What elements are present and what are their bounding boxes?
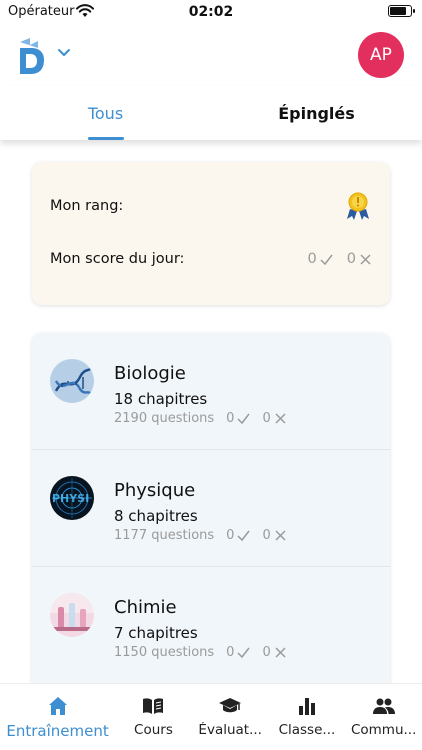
nav-item-entrainement[interactable]: Entraînement <box>0 684 115 750</box>
nav-item-evaluations[interactable]: Évaluat... <box>192 684 269 750</box>
wrong-count: 0 <box>262 645 286 660</box>
nav-item-classement[interactable]: Classe... <box>269 684 346 750</box>
tab-bar: Tous Épinglés <box>0 86 422 140</box>
wrong-count: 0 <box>262 528 286 543</box>
check-icon <box>237 647 251 659</box>
daily-score-tally: 0 0 <box>308 251 372 267</box>
subject-stats: 2190 questions 0 0 <box>114 411 287 426</box>
correct-count: 0 <box>226 645 251 660</box>
subject-name: Chimie <box>114 597 177 618</box>
wrong-value: 0 <box>262 645 271 660</box>
graduation-cap-icon <box>219 698 242 713</box>
tab-label: Épinglés <box>278 103 355 123</box>
subject-chapters: 18 chapitres <box>114 390 208 408</box>
cross-icon <box>275 530 286 541</box>
subject-list: Biologie 18 chapitres 2190 questions 0 0… <box>32 333 390 693</box>
check-icon <box>237 530 251 542</box>
wrong-count: 0 <box>262 411 286 426</box>
subject-chapters: 7 chapitres <box>114 624 198 642</box>
physics-image: PHYSI <box>50 476 94 520</box>
cross-icon <box>360 253 371 265</box>
wrong-count: 0 <box>347 251 372 267</box>
medal-icon <box>347 192 369 220</box>
nav-label: Commu... <box>350 722 417 738</box>
home-icon <box>48 697 67 715</box>
question-count: 1150 questions <box>114 645 215 660</box>
bottom-nav: Entraînement Cours Évaluat... Classe... <box>0 683 422 750</box>
clock: 02:02 <box>188 4 234 20</box>
rank-label: Mon rang: <box>50 198 124 214</box>
app-logo[interactable] <box>16 36 46 76</box>
svg-text:PHYSI: PHYSI <box>52 492 89 505</box>
subject-item-biologie[interactable]: Biologie 18 chapitres 2190 questions 0 0 <box>32 333 390 450</box>
chevron-down-icon[interactable] <box>56 44 72 60</box>
correct-value: 0 <box>226 645 235 660</box>
correct-count: 0 <box>308 251 333 267</box>
subject-stats: 1177 questions 0 0 <box>114 528 287 543</box>
nav-label: Classe... <box>278 722 336 738</box>
active-tab-indicator <box>87 137 124 140</box>
wrong-value: 0 <box>262 411 271 426</box>
correct-count: 0 <box>226 528 251 543</box>
question-count: 1177 questions <box>114 528 215 543</box>
check-icon <box>237 413 251 425</box>
battery-icon <box>388 5 415 17</box>
chemistry-image <box>50 593 94 637</box>
correct-value: 0 <box>307 251 317 267</box>
book-icon <box>143 698 164 714</box>
subject-name: Physique <box>114 480 196 501</box>
rank-row: Mon rang: <box>50 192 372 220</box>
subject-name: Biologie <box>114 363 186 384</box>
tab-tous[interactable]: Tous <box>0 86 211 140</box>
subject-stats: 1150 questions 0 0 <box>114 645 287 660</box>
tab-epingles[interactable]: Épinglés <box>211 86 422 140</box>
cross-icon <box>275 413 286 424</box>
nav-item-cours[interactable]: Cours <box>115 684 192 750</box>
daily-score-label: Mon score du jour: <box>50 251 185 267</box>
wrong-value: 0 <box>346 251 356 267</box>
score-card: Mon rang: Mon score du jour: 0 0 <box>32 162 390 305</box>
nav-label: Évaluat... <box>198 722 262 738</box>
check-icon <box>320 254 333 265</box>
correct-value: 0 <box>226 411 235 426</box>
avatar-initials: AP <box>370 45 392 65</box>
status-bar: Opérateur 02:02 <box>0 0 422 26</box>
correct-value: 0 <box>226 528 235 543</box>
question-count: 2190 questions <box>114 411 215 426</box>
tab-label: Tous <box>87 103 124 123</box>
dna-image <box>50 359 94 403</box>
subject-chapters: 8 chapitres <box>114 507 198 525</box>
bar-chart-icon <box>298 698 315 715</box>
cross-icon <box>275 647 286 658</box>
subject-item-chimie[interactable]: Chimie 7 chapitres 1150 questions 0 0 <box>32 567 390 684</box>
nav-label: Cours <box>134 722 173 738</box>
subject-item-physique[interactable]: PHYSI Physique 8 chapitres 1177 question… <box>32 450 390 567</box>
people-icon <box>372 698 395 714</box>
daily-score-row: Mon score du jour: 0 0 <box>50 246 372 272</box>
correct-count: 0 <box>226 411 251 426</box>
app-header: AP <box>0 26 422 86</box>
avatar[interactable]: AP <box>358 32 404 78</box>
wrong-value: 0 <box>262 528 271 543</box>
nav-label: Entraînement <box>6 722 109 740</box>
nav-item-communaute[interactable]: Commu... <box>345 684 422 750</box>
